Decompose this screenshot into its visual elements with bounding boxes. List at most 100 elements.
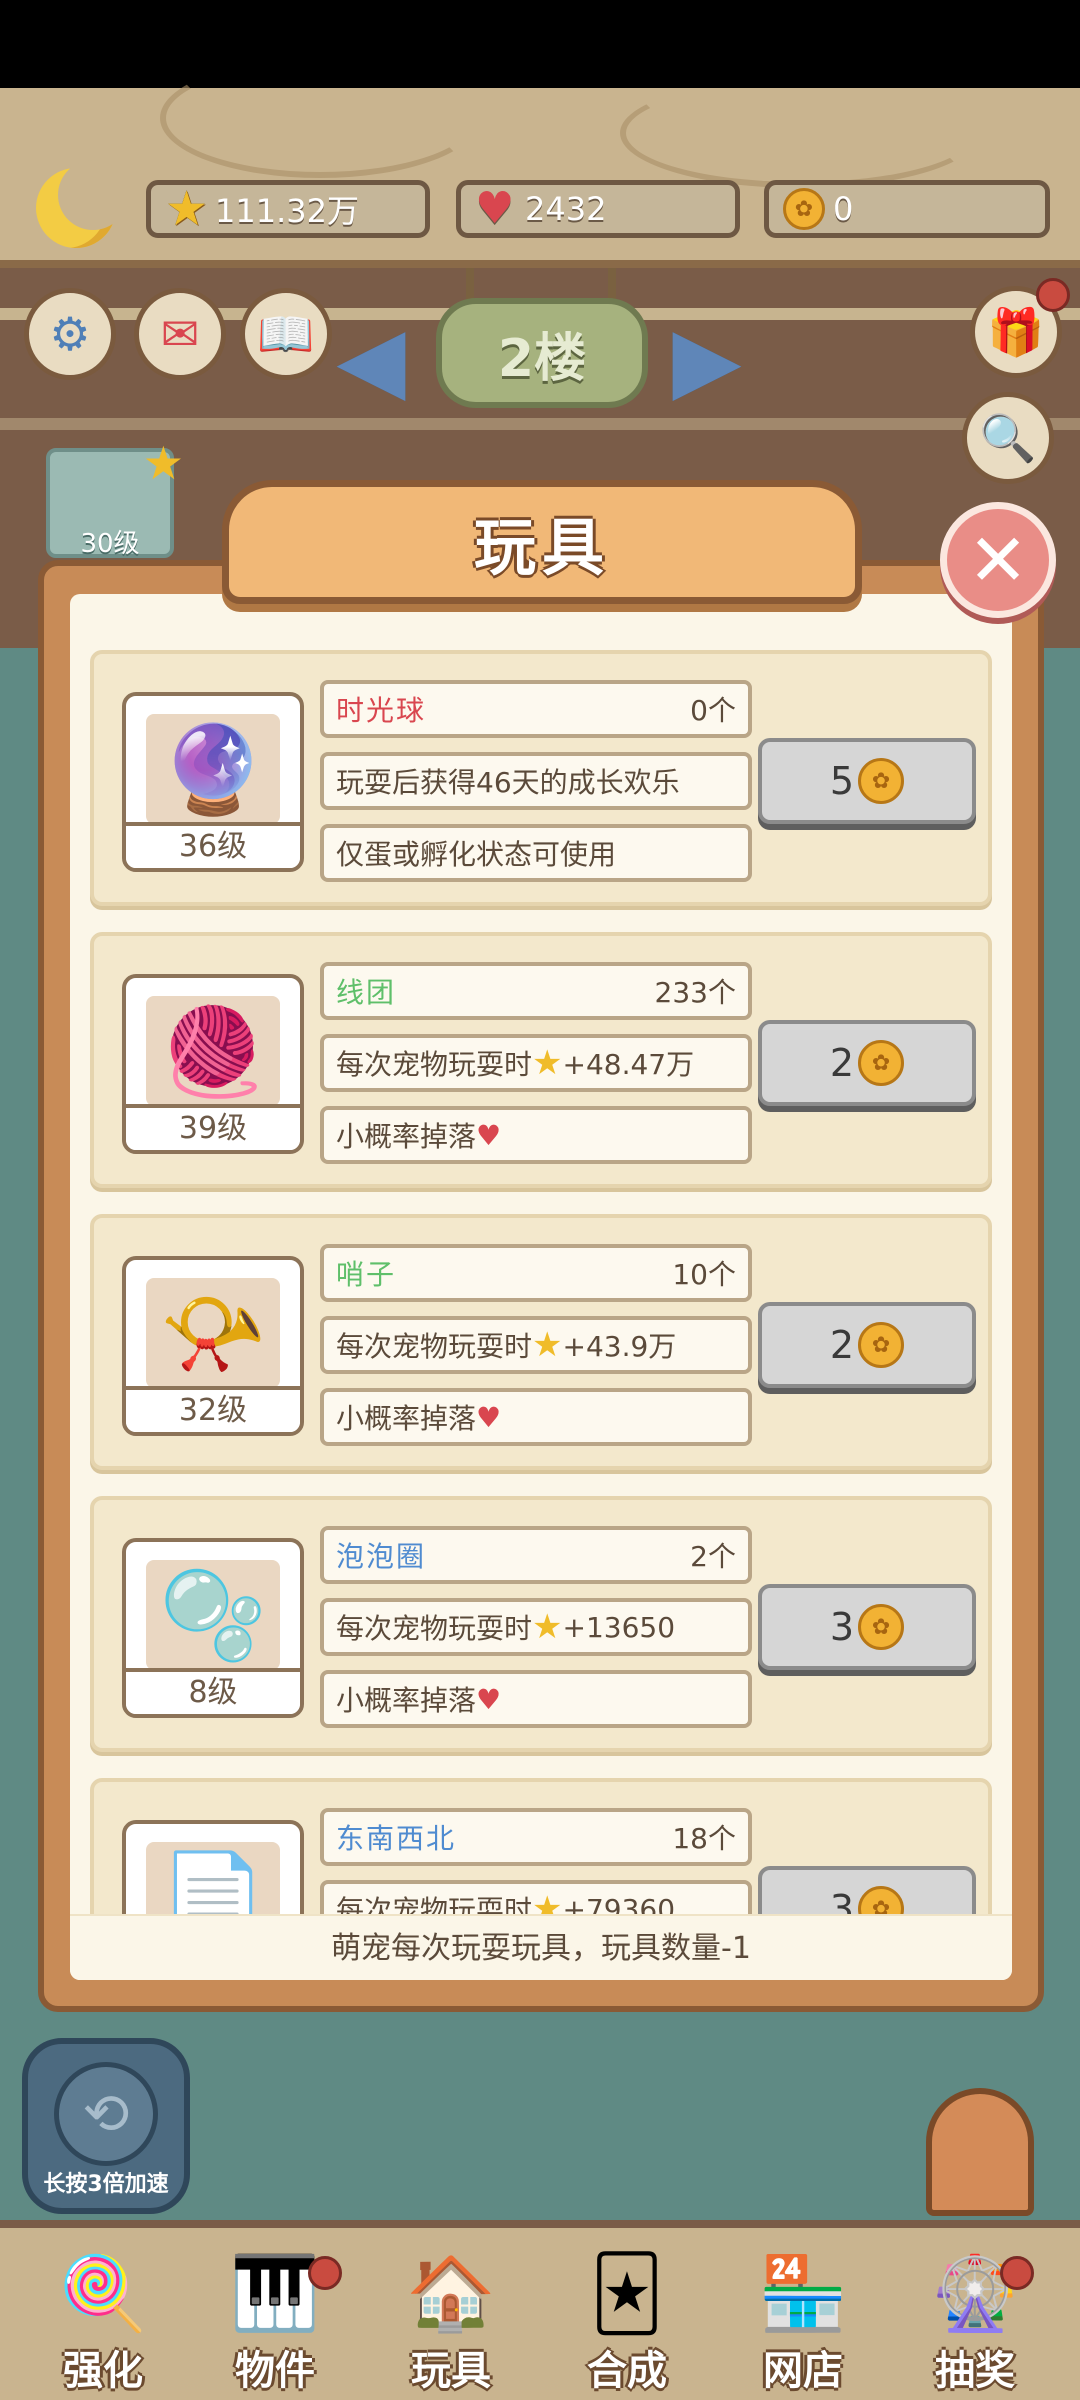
toy-effect-bonus: +48.47万 (562, 1048, 695, 1081)
hearts-counter: ♥ 2432 (456, 180, 740, 238)
toy-effect-prefix: 每次宠物玩耍时 (336, 1612, 533, 1645)
speed-up-button[interactable]: ⟲ 长按3倍加速 (22, 2038, 190, 2214)
toy-effect-prefix: 每次宠物玩耍时 (336, 1330, 533, 1363)
toy-card: 🫧 8级 泡泡圈 2个 每次宠物玩耍时 ★ +13650 小概率掉落 ♥ 3 ✿ (90, 1496, 992, 1752)
toy-thumbnail: 🫧 8级 (122, 1538, 304, 1718)
nav-shop[interactable]: 🏪 网店 (728, 2248, 878, 2398)
toy-level: 8级 (126, 1668, 300, 1714)
cards-icon: 🃏 (590, 2251, 664, 2335)
toy-house-icon: 🏠 (406, 2251, 496, 2335)
buy-button[interactable]: 2 ✿ (758, 1302, 976, 1388)
time-ball-icon: 🔮 (146, 714, 280, 824)
toy-level: 36级 (126, 822, 300, 868)
toy-count: 10个 (672, 1258, 736, 1291)
heart-icon: ♥ (475, 183, 515, 234)
paw-coin-icon: ✿ (783, 188, 825, 230)
toys-panel: 🔮 36级 时光球 0个 玩耍后获得46天的成长欢乐 仅蛋或孵化状态可使用 5 … (70, 594, 1012, 1980)
toy-effect-prefix: 每次宠物玩耍时 (336, 1048, 533, 1081)
bubble-wand-icon: 🫧 (146, 1560, 280, 1670)
clock-icon: ⟲ (54, 2062, 158, 2166)
status-bar (0, 0, 1080, 88)
toy-note: 小概率掉落 (336, 1684, 477, 1717)
toy-note: 小概率掉落 (336, 1402, 477, 1435)
lollipop-icon: 🍭 (58, 2251, 148, 2335)
toy-effect: 玩耍后获得46天的成长欢乐 (336, 766, 680, 799)
yarn-ball-icon: 🧶 (146, 996, 280, 1106)
toy-name: 泡泡圈 (336, 1540, 427, 1573)
coins-counter: ✿ 0 (764, 180, 1050, 238)
toys-modal: 🔮 36级 时光球 0个 玩耍后获得46天的成长欢乐 仅蛋或孵化状态可使用 5 … (38, 560, 1044, 2012)
buy-price: 2 (829, 1041, 855, 1085)
star-icon: ★ (532, 1607, 563, 1647)
winged-heart-icon: ♥ (476, 1682, 502, 1716)
floor-sign: 2楼 (436, 298, 648, 408)
paw-coin-icon: ✿ (858, 1604, 905, 1650)
toy-name-row: 时光球 0个 (320, 680, 752, 738)
paw-coin-icon: ✿ (858, 758, 905, 804)
buy-button[interactable]: 3 ✿ (758, 1584, 976, 1670)
toy-level: 39级 (126, 1104, 300, 1150)
exit-door-icon[interactable] (926, 2088, 1034, 2216)
toy-name-row: 线团 233个 (320, 962, 752, 1020)
buy-button[interactable]: 5 ✿ (758, 738, 976, 824)
star-icon: ★ (165, 181, 209, 237)
toy-note-row: 小概率掉落 ♥ (320, 1106, 752, 1164)
toy-count: 0个 (690, 694, 736, 727)
toy-list[interactable]: 🔮 36级 时光球 0个 玩耍后获得46天的成长欢乐 仅蛋或孵化状态可使用 5 … (90, 650, 992, 1980)
toy-effect-bonus: +43.9万 (562, 1330, 677, 1363)
buy-price: 5 (829, 759, 855, 803)
toy-name: 线团 (336, 976, 397, 1009)
modal-title: 玩具 (222, 480, 862, 604)
toy-effect-row: 每次宠物玩耍时 ★ +48.47万 (320, 1034, 752, 1092)
lottery-notification-dot (1000, 2256, 1034, 2290)
toy-note: 仅蛋或孵化状态可使用 (336, 838, 617, 871)
nav-strengthen[interactable]: 🍭 强化 (28, 2248, 178, 2398)
winged-heart-icon: ♥ (476, 1118, 502, 1152)
toy-effect-row: 每次宠物玩耍时 ★ +13650 (320, 1598, 752, 1656)
pet-star-icon: ★ (142, 436, 184, 490)
gift-notification-dot (1036, 278, 1070, 312)
toy-name: 东南西北 (336, 1822, 457, 1855)
objects-notification-dot (308, 2256, 342, 2290)
toy-effect-row: 玩耍后获得46天的成长欢乐 (320, 752, 752, 810)
buy-price: 3 (829, 1605, 855, 1649)
toy-note: 小概率掉落 (336, 1120, 477, 1153)
nav-toys[interactable]: 🏠 玩具 (376, 2248, 526, 2398)
toy-name-row: 东南西北 18个 (320, 1808, 752, 1866)
star-icon: ★ (532, 1043, 563, 1083)
toy-effect-row: 每次宠物玩耍时 ★ +43.9万 (320, 1316, 752, 1374)
toy-count: 2个 (690, 1540, 736, 1573)
settings-gear-icon[interactable]: ⚙ (24, 288, 116, 380)
mail-icon[interactable]: ✉ (134, 288, 226, 380)
toy-name-row: 泡泡圈 2个 (320, 1526, 752, 1584)
star-icon: ★ (532, 1325, 563, 1365)
toy-name-row: 哨子 10个 (320, 1244, 752, 1302)
buy-price: 2 (829, 1323, 855, 1367)
next-floor-arrow[interactable]: ▶ (672, 310, 742, 410)
toy-thumbnail: 🧶 39级 (122, 974, 304, 1154)
toy-card: 📯 32级 哨子 10个 每次宠物玩耍时 ★ +43.9万 小概率掉落 ♥ 2 … (90, 1214, 992, 1470)
pet-portrait[interactable]: 30级 ★ (46, 436, 184, 559)
toy-usage-note: 萌宠每次玩耍玩具，玩具数量-1 (70, 1914, 1012, 1980)
close-icon[interactable]: ✕ (940, 502, 1056, 618)
prev-floor-arrow[interactable]: ◀ (336, 310, 406, 410)
stars-counter: ★ 111.32万 (146, 180, 430, 238)
toy-note-row: 小概率掉落 ♥ (320, 1670, 752, 1728)
buy-button[interactable]: 2 ✿ (758, 1020, 976, 1106)
book-icon[interactable]: 📖 (240, 288, 332, 380)
moon-icon[interactable] (36, 160, 128, 248)
toy-count: 18个 (672, 1822, 736, 1855)
toy-thumbnail: 🔮 36级 (122, 692, 304, 872)
magnifier-icon[interactable]: 🔍 (962, 392, 1054, 484)
toy-name: 时光球 (336, 694, 427, 727)
toy-thumbnail: 📯 32级 (122, 1256, 304, 1436)
whistle-icon: 📯 (146, 1278, 280, 1388)
toy-card: 🧶 39级 线团 233个 每次宠物玩耍时 ★ +48.47万 小概率掉落 ♥ … (90, 932, 992, 1188)
paw-coin-icon: ✿ (858, 1322, 905, 1368)
shop-icon: 🏪 (758, 2251, 848, 2335)
paw-coin-icon: ✿ (858, 1040, 905, 1086)
nav-merge[interactable]: 🃏 合成 (552, 2248, 702, 2398)
toy-name: 哨子 (336, 1258, 397, 1291)
toy-effect-bonus: +13650 (562, 1610, 676, 1644)
toy-level: 32级 (126, 1386, 300, 1432)
